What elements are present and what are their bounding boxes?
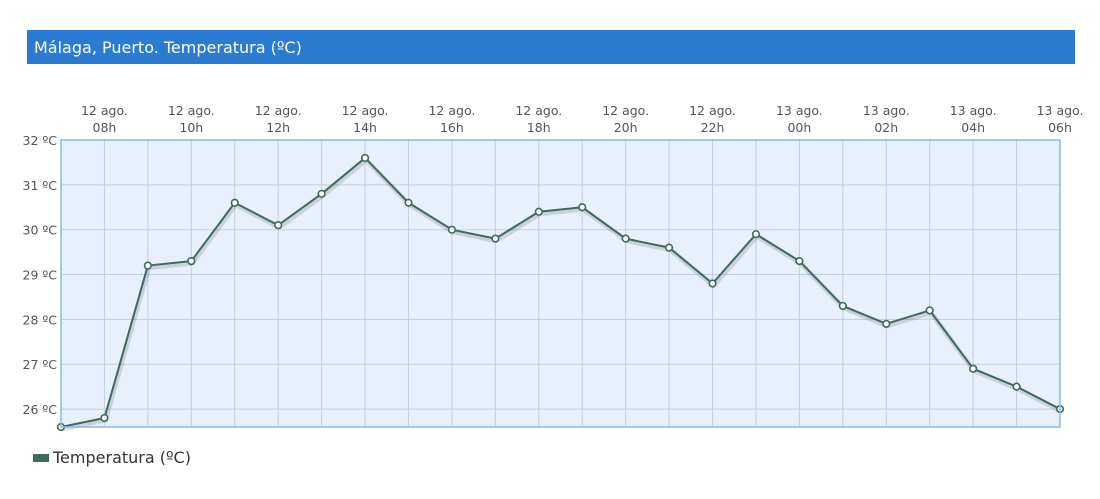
x-tick-label-hour: 00h — [787, 120, 811, 135]
x-axis-labels: 12 ago. 08h 12 ago. 10h 12 ago. 12h 12 ago. 14h… — [81, 103, 1083, 135]
x-tick-label-date: 12 ago. — [255, 103, 302, 118]
y-tick-label: 30 ºC — [23, 223, 58, 238]
x-tick-label-hour: 06h — [1048, 120, 1072, 135]
data-point[interactable] — [882, 319, 891, 328]
data-point[interactable] — [795, 256, 804, 266]
x-tick-label-hour: 18h — [527, 120, 551, 135]
x-tick-label-hour: 10h — [179, 120, 203, 135]
plot-area — [61, 140, 1060, 427]
y-tick-label: 31 ºC — [23, 178, 58, 193]
y-axis-labels: 26 ºC 27 ºC 28 ºC 29 ºC 30 ºC 31 ºC 32 ºC — [23, 133, 58, 417]
legend[interactable]: Temperatura (ºC) — [33, 448, 191, 467]
data-point[interactable] — [100, 413, 109, 423]
x-tick-label-date: 12 ago. — [515, 103, 562, 118]
data-point[interactable] — [143, 261, 152, 270]
data-point[interactable] — [230, 198, 239, 207]
data-point[interactable] — [317, 189, 326, 198]
data-point[interactable] — [1012, 382, 1021, 391]
data-point[interactable] — [664, 243, 674, 252]
y-tick-label: 32 ºC — [23, 133, 58, 148]
x-tick-label-hour: 02h — [874, 120, 898, 135]
data-point[interactable] — [534, 207, 543, 216]
y-tick-label: 29 ºC — [23, 268, 58, 283]
x-tick-label-hour: 16h — [440, 120, 464, 135]
x-tick-label-date: 13 ago. — [776, 103, 823, 118]
data-point[interactable] — [969, 364, 978, 373]
data-point[interactable] — [708, 279, 717, 288]
data-point[interactable] — [274, 221, 283, 230]
legend-swatch — [33, 453, 49, 462]
temperature-chart: 26 ºC 27 ºC 28 ºC 29 ºC 30 ºC 31 ºC 32 ºC 12 a… — [23, 103, 1083, 432]
data-point[interactable] — [578, 203, 587, 212]
data-point[interactable] — [360, 153, 370, 163]
x-tick-label-hour: 12h — [266, 120, 290, 135]
x-tick-label-hour: 08h — [93, 120, 117, 135]
y-tick-label: 28 ºC — [23, 312, 58, 327]
y-tick-label: 27 ºC — [23, 357, 58, 372]
x-tick-label-date: 12 ago. — [168, 103, 215, 118]
data-point[interactable] — [925, 306, 934, 315]
legend-label: Temperatura (ºC) — [53, 448, 191, 467]
x-tick-label-date: 13 ago. — [863, 103, 910, 118]
data-point[interactable] — [187, 256, 196, 266]
x-tick-label-date: 13 ago. — [950, 103, 997, 118]
x-tick-label-date: 12 ago. — [428, 103, 475, 118]
x-tick-label-date: 12 ago. — [689, 103, 736, 118]
data-point[interactable] — [621, 234, 630, 243]
data-point[interactable] — [751, 230, 761, 239]
data-point[interactable] — [447, 225, 457, 234]
x-tick-label-date: 12 ago. — [602, 103, 649, 118]
x-tick-label-hour: 22h — [701, 120, 725, 135]
x-tick-label-hour: 20h — [614, 120, 638, 135]
data-point[interactable] — [404, 198, 413, 207]
x-tick-label-date: 13 ago. — [1037, 103, 1084, 118]
x-tick-label-date: 12 ago. — [342, 103, 389, 118]
x-tick-label-date: 12 ago. — [81, 103, 128, 118]
x-tick-label-hour: 04h — [961, 120, 985, 135]
data-point[interactable] — [838, 301, 847, 311]
y-tick-label: 26 ºC — [23, 402, 58, 417]
data-point[interactable] — [491, 234, 500, 243]
x-tick-label-hour: 14h — [353, 120, 377, 135]
